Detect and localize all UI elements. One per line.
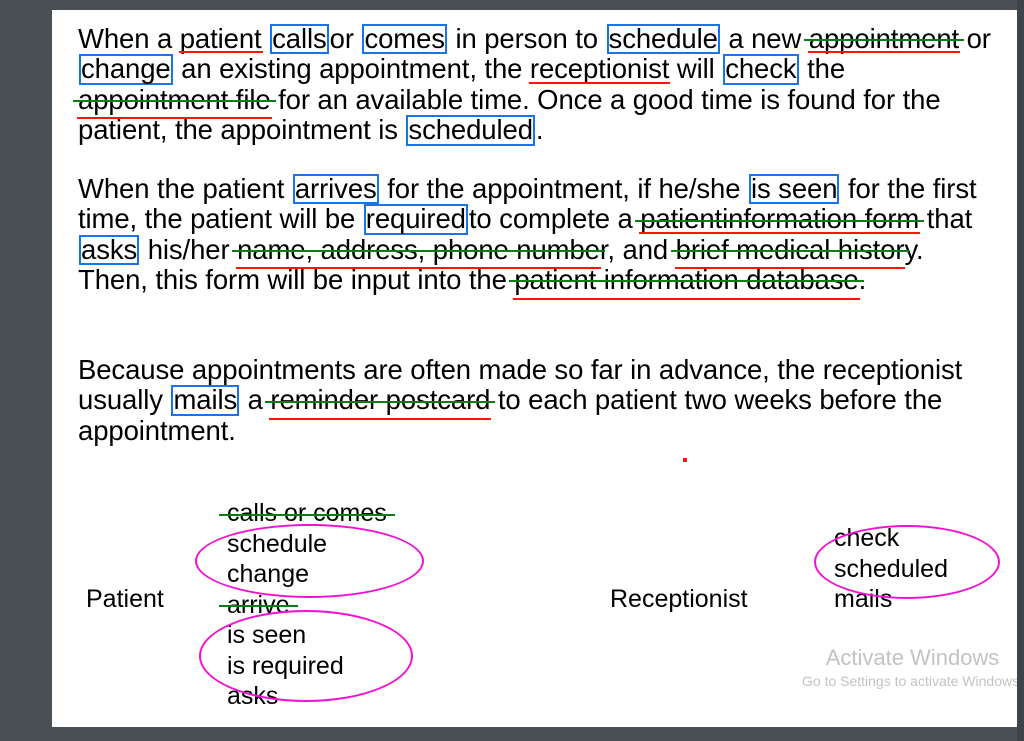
text-run: the — [799, 53, 846, 85]
verb-item-schedule: schedule — [227, 529, 328, 558]
noun-patient-information-form-a: patient — [640, 203, 723, 235]
text-run: a new — [720, 23, 809, 54]
annotation-strike-underline-reminder-postcard: reminder postcard — [265, 384, 496, 421]
verb-item-change: change — [227, 560, 310, 588]
annotation-box-check: check — [723, 54, 798, 84]
actor-label-receptionist: Receptionist — [610, 585, 748, 613]
verb-item-asks: asks — [227, 682, 279, 710]
verb-calls: calls — [272, 23, 327, 54]
annotation-underline-receptionist: receptionist — [528, 53, 671, 85]
verb-list-receptionist: check scheduled mails — [834, 523, 948, 615]
noun-name-address-phone-number-a: name, address, phone numbe — [237, 233, 600, 265]
verb-item-arrive: arrive — [219, 590, 297, 619]
text-run: or — [329, 23, 362, 54]
annotation-box-mails: mails — [171, 385, 239, 415]
verb-row: check — [834, 523, 948, 554]
text-run: , and — [607, 233, 676, 265]
text-run: in person to — [447, 23, 606, 54]
annotation-box-scheduled: scheduled — [406, 115, 534, 145]
noun-patient: patient — [179, 23, 262, 54]
verb-row: scheduled — [834, 554, 948, 585]
text-run: When the patient — [78, 173, 292, 204]
verb-row: is seen — [227, 620, 387, 651]
verb-row: mails — [834, 584, 948, 615]
text-run: for the appointment, if he/she — [379, 173, 748, 204]
verb-change: change — [81, 53, 171, 85]
text-run: that — [919, 203, 973, 235]
text-run: When a — [78, 23, 180, 54]
verb-is-seen: is seen — [750, 173, 838, 204]
verb-required: required — [365, 203, 466, 235]
noun-appointment-file: appointment file — [78, 83, 271, 115]
annotation-box-calls: calls — [270, 23, 329, 54]
annotation-strike-underline-appointment-file: appointment file — [73, 83, 276, 120]
verb-item-is-seen: is seen — [227, 621, 307, 649]
actor-label-patient: Patient — [86, 585, 164, 613]
noun-appointment: appointment — [808, 23, 960, 54]
verb-row: arrive — [219, 590, 387, 621]
noun-patient-information-form-b: information form — [722, 203, 920, 235]
annotation-box-comes: comes — [362, 23, 447, 54]
verb-scheduled: scheduled — [408, 114, 533, 146]
verb-item-mails: mails — [834, 585, 893, 613]
annotation-box-change: change — [79, 54, 173, 84]
annotation-strike-underline-brief-medical-history: brief medical histor — [670, 233, 910, 270]
verb-comes: comes — [364, 23, 445, 54]
annotation-box-arrives: arrives — [293, 173, 379, 204]
verb-arrives: arrives — [294, 173, 377, 204]
right-gutter-strip — [1017, 0, 1024, 741]
verb-item-is-required: is required — [227, 651, 344, 680]
verb-row: schedule — [227, 529, 387, 560]
noun-patient-information-database: patient information database — [514, 264, 859, 296]
annotation-strike-underline-patient-info-form-part2: information form — [717, 203, 925, 235]
verb-mails: mails — [173, 384, 238, 416]
text-run: . — [535, 114, 544, 146]
verb-row: change — [227, 559, 387, 590]
text-run: will — [669, 53, 723, 85]
paragraph-1: When a patient calls or comes in person … — [73, 23, 998, 146]
annotation-box-required: required — [364, 204, 468, 234]
verb-asks: asks — [81, 233, 138, 265]
verb-item-calls-or-comes: calls or comes — [219, 499, 395, 527]
noun-brief-medical-history-a: brief medical histor — [675, 233, 905, 265]
noun-receptionist: receptionist — [529, 53, 670, 85]
annotation-strike-underline-patient-info-form-part1: patient — [635, 203, 727, 235]
paragraph-3: Because appointments are often made so f… — [78, 354, 998, 446]
text-run — [262, 23, 270, 54]
noun-reminder-postcard: reminder postcard — [270, 384, 491, 416]
stray-red-dot-mark — [683, 458, 687, 462]
document-page: When a patient calls or comes in person … — [52, 10, 1017, 727]
text-run: to complete a — [468, 203, 641, 235]
text-run: his/her — [140, 233, 238, 265]
annotation-strike-underline-name-address-phone: name, address, phone numbe — [232, 233, 605, 270]
annotation-strike-underline-appointment: appointment — [803, 23, 965, 54]
verb-row: is required — [227, 651, 387, 682]
annotation-box-is-seen: is seen — [749, 173, 839, 204]
watermark-title: Activate Windows — [825, 645, 1000, 670]
verb-schedule: schedule — [608, 23, 718, 54]
annotation-box-schedule: schedule — [607, 23, 720, 54]
screen-root: { "colors": { "blue_box": "#1874e8", "re… — [0, 0, 1024, 741]
watermark-subtitle: Go to Settings to activate Windows. — [802, 673, 1017, 689]
windows-activation-watermark: Activate Windows Go to Settings to activ… — [802, 645, 1017, 691]
annotation-strike-underline-patient-info-database: patient information database — [509, 264, 864, 301]
verb-row: calls or comes — [219, 498, 395, 529]
annotation-box-asks: asks — [79, 233, 139, 265]
verb-list-patient: calls or comes schedule change arrive is… — [219, 498, 395, 712]
annotation-underline-patient: patient — [178, 23, 263, 54]
text-run: an existing appointment, the — [173, 53, 530, 85]
verb-row: asks — [227, 681, 387, 712]
paragraph-2: When the patient arrives for the appoint… — [78, 173, 998, 301]
verb-item-check: check — [834, 524, 900, 552]
verb-item-scheduled: scheduled — [834, 554, 948, 583]
verb-check: check — [725, 53, 797, 85]
